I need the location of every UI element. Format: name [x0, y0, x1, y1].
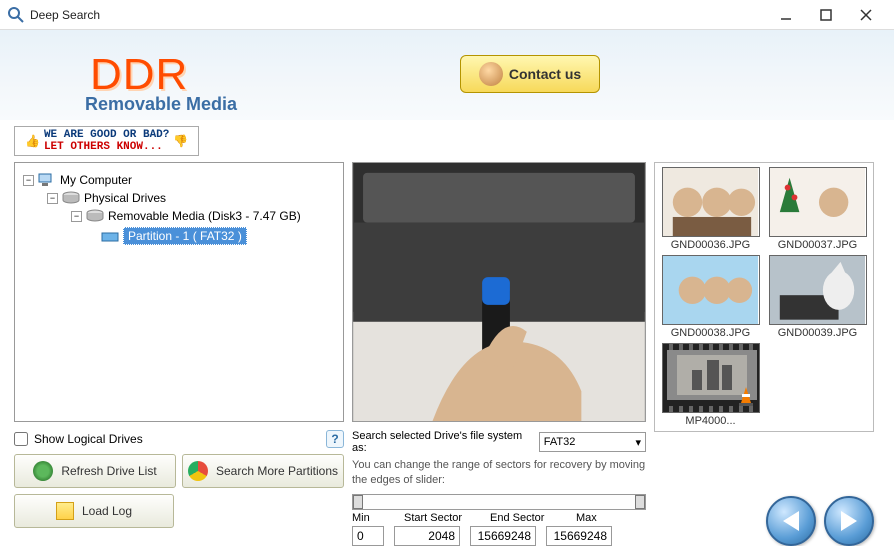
vlc-icon	[737, 386, 755, 406]
tree-node-physical-drives[interactable]: − Physical Drives	[23, 189, 335, 207]
window-title: Deep Search	[30, 8, 766, 22]
sector-range-slider[interactable]	[352, 494, 646, 510]
thumbnail-item[interactable]: GND00036.JPG	[659, 167, 762, 251]
refresh-icon	[33, 461, 53, 481]
computer-icon	[38, 173, 56, 187]
arrow-left-icon	[783, 511, 799, 531]
app-icon	[8, 7, 24, 23]
thumbnail-item[interactable]: GND00038.JPG	[659, 255, 762, 339]
tree-node-my-computer[interactable]: − My Computer	[23, 171, 335, 189]
window-controls	[766, 1, 886, 29]
show-logical-row: Show Logical Drives ?	[14, 430, 344, 448]
header-banner: DDR Removable Media Contact us	[0, 30, 894, 120]
label-max: Max	[576, 512, 597, 524]
partition-icon	[101, 229, 119, 243]
drive-icon	[86, 209, 104, 223]
drive-preview-image	[352, 162, 646, 422]
drive-icon	[62, 191, 80, 205]
contact-label: Contact us	[509, 66, 581, 82]
help-icon[interactable]: ?	[326, 430, 344, 448]
thumbnail-label: GND00038.JPG	[671, 327, 750, 339]
prev-button[interactable]	[766, 496, 816, 546]
label-min: Min	[352, 512, 384, 524]
refresh-label: Refresh Drive List	[61, 464, 156, 478]
load-log-button[interactable]: Load Log	[14, 494, 174, 528]
expander-icon[interactable]: −	[47, 193, 58, 204]
expander-icon[interactable]: −	[23, 175, 34, 186]
chevron-down-icon: ▾	[635, 436, 641, 449]
slider-start-thumb[interactable]	[353, 495, 363, 509]
arrow-right-icon	[841, 511, 857, 531]
sector-hint-text: You can change the range of sectors for …	[352, 458, 646, 488]
avatar-icon	[479, 62, 503, 86]
sector-min-input[interactable]	[352, 526, 384, 546]
minimize-button[interactable]	[766, 1, 806, 29]
file-system-value: FAT32	[544, 436, 576, 448]
sector-start-input[interactable]	[394, 526, 460, 546]
search-more-icon	[188, 461, 208, 481]
tree-label: My Computer	[60, 173, 132, 187]
search-more-label: Search More Partitions	[216, 464, 338, 478]
tree-node-partition[interactable]: Partition - 1 ( FAT32 )	[23, 225, 335, 247]
thumbnail-label: GND00039.JPG	[778, 327, 857, 339]
feedback-line1: WE ARE GOOD OR BAD?	[44, 129, 169, 141]
sector-end-input[interactable]	[470, 526, 536, 546]
file-system-label: Search selected Drive's file system as:	[352, 430, 535, 454]
brand-logo: DDR	[90, 50, 188, 100]
label-end: End Sector	[490, 512, 556, 524]
thumbnail-item[interactable]: GND00039.JPG	[766, 255, 869, 339]
tree-label: Removable Media (Disk3 - 7.47 GB)	[108, 209, 301, 223]
feedback-line2: LET OTHERS KNOW...	[44, 141, 169, 153]
feedback-bar: 👍 WE ARE GOOD OR BAD? LET OTHERS KNOW...…	[14, 126, 880, 156]
tree-node-removable-media[interactable]: − Removable Media (Disk3 - 7.47 GB)	[23, 207, 335, 225]
drive-tree[interactable]: − My Computer − Physical Drives − Remova…	[14, 162, 344, 422]
thumb-down-icon: 👎	[173, 134, 188, 148]
thumbnail-label: GND00036.JPG	[671, 239, 750, 251]
thumbnail-label: GND00037.JPG	[778, 239, 857, 251]
thumb-up-icon: 👍	[25, 134, 40, 148]
feedback-button[interactable]: 👍 WE ARE GOOD OR BAD? LET OTHERS KNOW...…	[14, 126, 199, 156]
recovered-thumbnails: GND00036.JPG GND00037.JPG GND00038.JPG G…	[654, 162, 874, 432]
maximize-button[interactable]	[806, 1, 846, 29]
close-button[interactable]	[846, 1, 886, 29]
next-button[interactable]	[824, 496, 874, 546]
refresh-drive-list-button[interactable]: Refresh Drive List	[14, 454, 176, 488]
brand-subtitle: Removable Media	[85, 94, 237, 115]
slider-end-thumb[interactable]	[635, 495, 645, 509]
file-system-select[interactable]: FAT32 ▾	[539, 432, 646, 452]
show-logical-label: Show Logical Drives	[34, 432, 143, 446]
sector-max-input[interactable]	[546, 526, 612, 546]
expander-icon[interactable]: −	[71, 211, 82, 222]
label-start: Start Sector	[404, 512, 470, 524]
thumbnail-item[interactable]: GND00037.JPG	[766, 167, 869, 251]
contact-us-button[interactable]: Contact us	[460, 55, 600, 93]
tree-label: Physical Drives	[84, 191, 166, 205]
tree-label: Partition - 1 ( FAT32 )	[123, 227, 247, 245]
load-log-icon	[56, 502, 74, 520]
title-bar: Deep Search	[0, 0, 894, 30]
search-more-partitions-button[interactable]: Search More Partitions	[182, 454, 344, 488]
thumbnail-item[interactable]: MP4000...	[659, 343, 762, 427]
load-log-label: Load Log	[82, 504, 132, 518]
thumbnail-label: MP4000...	[685, 415, 735, 427]
show-logical-checkbox[interactable]	[14, 432, 28, 446]
